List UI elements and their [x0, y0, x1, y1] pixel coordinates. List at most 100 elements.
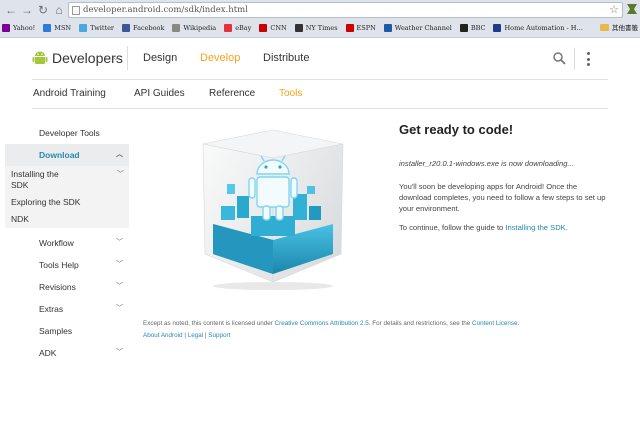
browser-chrome: ← → ↻ ⌂ developer.android.com/sdk/index.…: [0, 0, 640, 38]
chevron-down-icon[interactable]: ﹀: [116, 254, 123, 276]
favicon-icon: [294, 24, 303, 32]
back-icon[interactable]: ←: [4, 3, 18, 17]
bookmark-item[interactable]: NY Times: [294, 24, 338, 32]
forward-icon[interactable]: →: [20, 3, 34, 17]
bookmark-label: BBC: [470, 24, 486, 32]
subnav-tools[interactable]: Tools: [279, 88, 302, 100]
subnav-reference[interactable]: Reference: [209, 88, 255, 100]
bookmark-label: Yahoo!: [13, 24, 36, 32]
android-logo-icon[interactable]: [32, 50, 48, 66]
sidebar-item-download[interactable]: Download ︿: [5, 144, 129, 166]
sidebar-item-workflow[interactable]: Workflow ﹀: [5, 232, 129, 254]
nav-develop[interactable]: Develop: [200, 51, 240, 65]
chevron-down-icon[interactable]: ﹀: [117, 169, 124, 180]
download-status: installer_r20.0.1-windows.exe is now dow…: [399, 159, 574, 168]
favicon-icon: [459, 24, 468, 32]
footer-separator: |: [204, 332, 207, 339]
bookmark-item[interactable]: Twitter: [79, 24, 114, 32]
sidebar-item-label: Samples: [39, 326, 73, 336]
favicon-icon: [122, 24, 131, 32]
sidebar-item-tools-help[interactable]: Tools Help ﹀: [5, 254, 129, 276]
license-line: Except as noted, this content is license…: [143, 318, 519, 330]
search-icon[interactable]: [553, 52, 566, 65]
chevron-up-icon[interactable]: ︿: [116, 144, 123, 166]
bookmark-item[interactable]: Wikipedia: [172, 24, 216, 32]
bookmark-label: NY Times: [305, 24, 338, 32]
url-text: developer.android.com/sdk/index.html: [83, 5, 248, 15]
folder-icon: [600, 23, 609, 31]
license-text-suffix: .: [517, 320, 520, 327]
chevron-down-icon[interactable]: ﹀: [116, 342, 123, 364]
legal-link[interactable]: Legal: [188, 332, 203, 339]
bookmark-label: Facebook: [133, 24, 165, 32]
sidebar-item-label: Workflow: [39, 238, 74, 248]
license-text-middle: . For details and restrictions, see the: [368, 320, 473, 327]
bookmark-label: eBay: [235, 24, 252, 32]
more-options-icon[interactable]: [587, 52, 590, 66]
favicon-icon: [224, 24, 233, 32]
bookmark-item[interactable]: ESPN: [345, 24, 376, 32]
divider: [574, 48, 575, 70]
sidebar-item-label: Download: [39, 150, 80, 160]
other-bookmarks-label: 其他書籤: [612, 24, 638, 32]
chevron-down-icon[interactable]: ﹀: [116, 298, 123, 320]
bookmark-label: Twitter: [90, 24, 115, 32]
content-license-link[interactable]: Content License: [472, 320, 518, 327]
bookmark-label: Weather Channel: [394, 24, 452, 32]
favicon-icon: [43, 24, 52, 32]
page-title: Get ready to code!: [399, 122, 514, 137]
sidebar-item-developer-tools[interactable]: Developer Tools: [5, 122, 129, 144]
subnav-api-guides[interactable]: API Guides: [134, 88, 185, 100]
sidebar-item-label: Revisions: [39, 282, 76, 292]
bookmark-label: Home Automation - H…: [504, 24, 583, 32]
favicon-icon: [2, 24, 10, 32]
license-text: Except as noted, this content is license…: [143, 320, 275, 327]
footer-links: About Android | Legal | Support: [143, 330, 519, 342]
subnav-android-training[interactable]: Android Training: [33, 88, 106, 100]
home-icon[interactable]: ⌂: [52, 3, 66, 17]
bookmarks-bar: Yahoo! MSN Twitter Facebook Wikipedia eBay CNN…: [2, 21, 591, 35]
sidebar-item-ndk[interactable]: NDK: [5, 211, 129, 228]
about-android-link[interactable]: About Android: [143, 332, 183, 339]
bookmark-item[interactable]: MSN: [43, 24, 71, 32]
bookmark-star-icon[interactable]: ☆: [609, 3, 619, 17]
sidebar-item-samples[interactable]: Samples: [5, 320, 129, 342]
nav-design[interactable]: Design: [143, 51, 177, 65]
divider: [127, 46, 128, 70]
nav-distribute[interactable]: Distribute: [263, 51, 309, 65]
bookmark-item[interactable]: Weather Channel: [383, 24, 452, 32]
bookmark-label: CNN: [270, 24, 287, 32]
bookmark-item[interactable]: BBC: [459, 24, 486, 32]
chevron-down-icon[interactable]: ⌄: [112, 52, 120, 63]
chevron-down-icon[interactable]: ﹀: [116, 276, 123, 298]
cc-license-link[interactable]: Creative Commons Attribution 2.5: [275, 320, 369, 327]
sidebar-item-label: Extras: [39, 304, 64, 314]
footer: Except as noted, this content is license…: [143, 318, 519, 342]
bookmark-item[interactable]: Facebook: [122, 24, 164, 32]
favicon-icon: [172, 24, 181, 32]
bookmark-label: MSN: [54, 24, 72, 32]
sidebar-subsection: Installing the SDK ﹀ Exploring the SDK ND…: [5, 166, 129, 228]
address-bar[interactable]: developer.android.com/sdk/index.html ☆: [68, 2, 623, 18]
sidebar-item-exploring-sdk[interactable]: Exploring the SDK: [5, 194, 129, 211]
reload-icon[interactable]: ↻: [36, 3, 50, 17]
installing-sdk-link[interactable]: Installing the SDK: [505, 223, 565, 232]
header-divider: [32, 79, 608, 80]
bookmark-item[interactable]: eBay: [224, 24, 251, 32]
other-bookmarks[interactable]: 其他書籤: [600, 22, 638, 32]
support-link[interactable]: Support: [208, 332, 230, 339]
bookmark-item[interactable]: Yahoo!: [2, 24, 35, 32]
sidebar-item-label: NDK: [11, 214, 29, 224]
favicon-icon: [345, 24, 354, 32]
sidebar-item-adk[interactable]: ADK ﹀: [5, 342, 129, 364]
sidebar-item-revisions[interactable]: Revisions ﹀: [5, 276, 129, 298]
chevron-down-icon[interactable]: ﹀: [116, 232, 123, 254]
favicon-icon: [383, 24, 392, 32]
sidebar-item-extras[interactable]: Extras ﹀: [5, 298, 129, 320]
sidebar-item-label: Tools Help: [39, 260, 79, 270]
extension-icon[interactable]: [626, 2, 638, 16]
footer-separator: |: [184, 332, 186, 339]
bookmark-item[interactable]: Home Automation - H…: [493, 24, 583, 32]
sidebar-item-installing-sdk[interactable]: Installing the SDK ﹀: [5, 166, 124, 194]
bookmark-item[interactable]: CNN: [259, 24, 287, 32]
